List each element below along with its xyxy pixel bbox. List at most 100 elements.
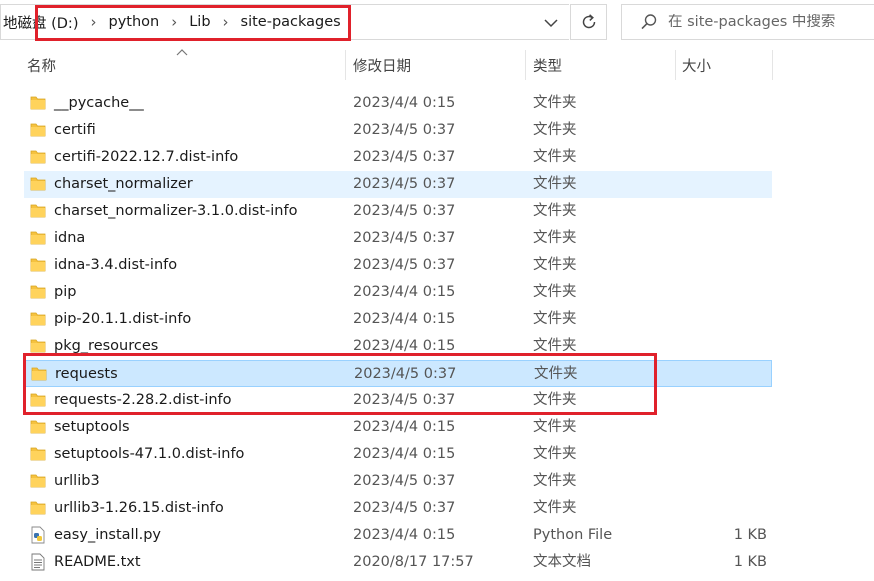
column-size-header[interactable]: 大小	[682, 50, 772, 80]
file-row[interactable]: pip-20.1.1.dist-info 2023/4/4 0:15 文件夹	[24, 306, 772, 333]
chevron-down-icon	[544, 18, 558, 27]
breadcrumb-separator-icon[interactable]: ›	[223, 13, 229, 31]
file-row[interactable]: idna 2023/4/5 0:37 文件夹	[24, 225, 772, 252]
file-modified-date: 2023/4/5 0:37	[354, 366, 457, 382]
folder-icon	[29, 202, 47, 220]
file-modified-date: 2023/4/5 0:37	[353, 230, 456, 246]
breadcrumb-site-packages[interactable]: site-packages	[241, 14, 341, 30]
file-name: pip	[54, 284, 77, 300]
file-name: charset_normalizer-3.1.0.dist-info	[54, 203, 298, 219]
folder-icon	[29, 148, 47, 166]
file-type: 文件夹	[533, 473, 577, 489]
file-modified-date: 2023/4/5 0:37	[353, 203, 456, 219]
file-modified-date: 2023/4/4 0:15	[353, 446, 456, 462]
column-divider[interactable]	[345, 50, 346, 80]
file-modified-date: 2023/4/4 0:15	[353, 527, 456, 543]
file-name: idna	[54, 230, 86, 246]
file-row[interactable]: urllib3 2023/4/5 0:37 文件夹	[24, 468, 772, 495]
folder-icon	[29, 175, 47, 193]
file-name: requests	[55, 366, 118, 382]
file-name: requests-2.28.2.dist-info	[54, 392, 232, 408]
file-modified-date: 2023/4/4 0:15	[353, 419, 456, 435]
file-row[interactable]: easy_install.py 2023/4/4 0:15 Python File 1…	[24, 522, 772, 549]
file-row[interactable]: pip 2023/4/4 0:15 文件夹	[24, 279, 772, 306]
file-row[interactable]: certifi-2022.12.7.dist-info 2023/4/5 0:37…	[24, 144, 772, 171]
breadcrumb-lib[interactable]: Lib	[189, 14, 210, 30]
file-name: pkg_resources	[54, 338, 159, 354]
breadcrumb-separator-icon[interactable]: ›	[171, 13, 177, 31]
search-box[interactable]	[621, 4, 874, 40]
file-row[interactable]: pkg_resources 2023/4/4 0:15 文件夹	[24, 333, 772, 360]
file-name: setuptools	[54, 419, 130, 435]
text-file-icon	[29, 553, 47, 571]
address-history-dropdown-button[interactable]	[536, 9, 566, 37]
file-type: 文件夹	[533, 446, 577, 462]
file-type: 文件夹	[533, 203, 577, 219]
column-divider[interactable]	[525, 50, 526, 80]
column-date-label: 修改日期	[353, 58, 411, 75]
file-type: 文件夹	[533, 500, 577, 516]
file-name: easy_install.py	[54, 527, 161, 543]
file-type: 文件夹	[533, 149, 577, 165]
file-row[interactable]: requests-2.28.2.dist-info 2023/4/5 0:37 文件…	[24, 387, 772, 414]
file-modified-date: 2023/4/5 0:37	[353, 122, 456, 138]
sort-ascending-icon	[176, 49, 188, 56]
file-type: 文件夹	[533, 257, 577, 273]
file-row[interactable]: certifi 2023/4/5 0:37 文件夹	[24, 117, 772, 144]
file-type: 文件夹	[533, 392, 577, 408]
file-row[interactable]: README.txt 2020/8/17 17:57 文本文档 1 KB	[24, 549, 772, 576]
file-modified-date: 2023/4/5 0:37	[353, 176, 456, 192]
file-row[interactable]: charset_normalizer 2023/4/5 0:37 文件夹	[24, 171, 772, 198]
file-row[interactable]: setuptools 2023/4/4 0:15 文件夹	[24, 414, 772, 441]
file-name: urllib3	[54, 473, 100, 489]
folder-icon	[29, 256, 47, 274]
file-row[interactable]: __pycache__ 2023/4/4 0:15 文件夹	[24, 90, 772, 117]
file-modified-date: 2023/4/4 0:15	[353, 284, 456, 300]
file-type: 文件夹	[533, 230, 577, 246]
column-type-label: 类型	[533, 58, 562, 75]
file-modified-date: 2020/8/17 17:57	[353, 554, 474, 570]
address-bar[interactable]: 地磁盘 (D:) › python › Lib › site-packages	[0, 4, 569, 40]
folder-icon	[30, 365, 48, 383]
file-modified-date: 2023/4/4 0:15	[353, 95, 456, 111]
breadcrumb-drive[interactable]: 地磁盘 (D:)	[3, 12, 78, 33]
folder-icon	[29, 472, 47, 490]
file-row[interactable]: charset_normalizer-3.1.0.dist-info 2023/4…	[24, 198, 772, 225]
column-header: 名称 修改日期 类型 大小	[0, 50, 874, 80]
file-type: Python File	[533, 527, 613, 543]
folder-icon	[29, 121, 47, 139]
search-input[interactable]	[668, 14, 868, 30]
file-modified-date: 2023/4/4 0:15	[353, 338, 456, 354]
file-name: charset_normalizer	[54, 176, 193, 192]
folder-icon	[29, 445, 47, 463]
folder-icon	[29, 391, 47, 409]
file-row[interactable]: setuptools-47.1.0.dist-info 2023/4/4 0:15…	[24, 441, 772, 468]
file-modified-date: 2023/4/5 0:37	[353, 500, 456, 516]
refresh-button[interactable]	[570, 4, 607, 40]
file-name: README.txt	[54, 554, 141, 570]
file-type: 文件夹	[533, 284, 577, 300]
column-divider[interactable]	[675, 50, 676, 80]
file-name: certifi-2022.12.7.dist-info	[54, 149, 239, 165]
file-name: __pycache__	[54, 95, 144, 111]
file-modified-date: 2023/4/5 0:37	[353, 473, 456, 489]
file-name: certifi	[54, 122, 96, 138]
breadcrumb-separator-icon[interactable]: ›	[90, 13, 96, 31]
column-date-header[interactable]: 修改日期	[353, 50, 525, 80]
file-type: 文件夹	[533, 176, 577, 192]
file-modified-date: 2023/4/5 0:37	[353, 257, 456, 273]
file-size: 1 KB	[733, 554, 767, 570]
file-type: 文件夹	[533, 95, 577, 111]
file-row[interactable]: urllib3-1.26.15.dist-info 2023/4/5 0:37 文件…	[24, 495, 772, 522]
folder-icon	[29, 310, 47, 328]
column-type-header[interactable]: 类型	[533, 50, 675, 80]
file-type: 文本文档	[533, 554, 591, 570]
file-name: urllib3-1.26.15.dist-info	[54, 500, 224, 516]
breadcrumb-python[interactable]: python	[108, 14, 159, 30]
file-type: 文件夹	[533, 311, 577, 327]
folder-icon	[29, 499, 47, 517]
folder-icon	[29, 418, 47, 436]
file-row[interactable]: requests 2023/4/5 0:37 文件夹	[24, 360, 772, 387]
file-row[interactable]: idna-3.4.dist-info 2023/4/5 0:37 文件夹	[24, 252, 772, 279]
column-divider[interactable]	[772, 50, 773, 80]
